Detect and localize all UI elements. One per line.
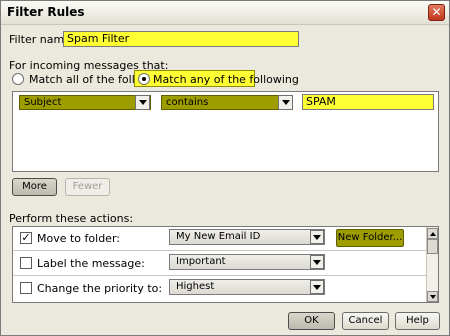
match-all-radio[interactable]	[12, 73, 24, 85]
change-priority-label: Change the priority to:	[37, 282, 163, 295]
filter-name-input[interactable]: Spam Filter	[63, 31, 299, 47]
move-to-folder-dropdown[interactable]	[310, 230, 324, 244]
match-any-label[interactable]: Match any of the following	[153, 73, 299, 86]
arrow-up-icon	[429, 231, 436, 236]
label-message-checkbox[interactable]	[20, 257, 32, 269]
label-message-label: Label the message:	[37, 257, 145, 270]
label-message-select[interactable]: Important	[169, 254, 325, 270]
cancel-button[interactable]: Cancel	[342, 312, 389, 330]
label-message-dropdown[interactable]	[310, 255, 324, 269]
chevron-down-icon	[281, 100, 290, 105]
new-folder-button[interactable]: New Folder...	[336, 229, 404, 247]
filter-rules-dialog: Filter Rules ✕ Filter name: Spam Filter …	[0, 0, 450, 336]
chevron-down-icon	[313, 284, 321, 290]
chevron-down-icon	[313, 234, 321, 240]
change-priority-checkbox[interactable]	[20, 282, 32, 294]
dialog-title: Filter Rules	[7, 5, 85, 19]
scroll-up-button[interactable]	[427, 228, 438, 239]
chevron-down-icon	[313, 259, 321, 265]
more-button[interactable]: More	[12, 178, 57, 196]
move-to-folder-value: My New Email ID	[176, 231, 261, 242]
change-priority-value: Highest	[176, 281, 215, 292]
title-bar: Filter Rules ✕	[1, 1, 449, 25]
chevron-down-icon	[138, 100, 147, 105]
arrow-down-icon	[429, 294, 436, 299]
rule-operator-select[interactable]: contains	[161, 95, 293, 110]
rule-value-input[interactable]: SPAM	[302, 94, 434, 110]
change-priority-dropdown[interactable]	[310, 280, 324, 294]
checkmark-icon: ✓	[21, 231, 31, 244]
close-icon: ✕	[431, 5, 442, 19]
rule-field-dropdown[interactable]	[135, 95, 150, 110]
scroll-down-button[interactable]	[427, 291, 438, 302]
move-to-folder-select[interactable]: My New Email ID	[169, 229, 325, 245]
change-priority-select[interactable]: Highest	[169, 279, 325, 295]
help-button[interactable]: Help	[395, 312, 440, 330]
match-any-radio[interactable]	[138, 73, 150, 85]
actions-label: Perform these actions:	[9, 212, 134, 225]
label-message-value: Important	[176, 256, 226, 267]
ok-button[interactable]: OK	[288, 312, 335, 330]
rule-operator-dropdown[interactable]	[278, 95, 293, 110]
rule-field-value: Subject	[24, 97, 62, 108]
fewer-button[interactable]: Fewer	[65, 178, 110, 196]
scroll-thumb[interactable]	[427, 239, 438, 254]
move-to-folder-label: Move to folder:	[37, 232, 120, 245]
move-to-folder-checkbox[interactable]: ✓	[20, 232, 32, 244]
close-button[interactable]: ✕	[428, 4, 445, 21]
rule-operator-value: contains	[166, 97, 209, 108]
rule-field-select[interactable]: Subject	[19, 95, 151, 110]
